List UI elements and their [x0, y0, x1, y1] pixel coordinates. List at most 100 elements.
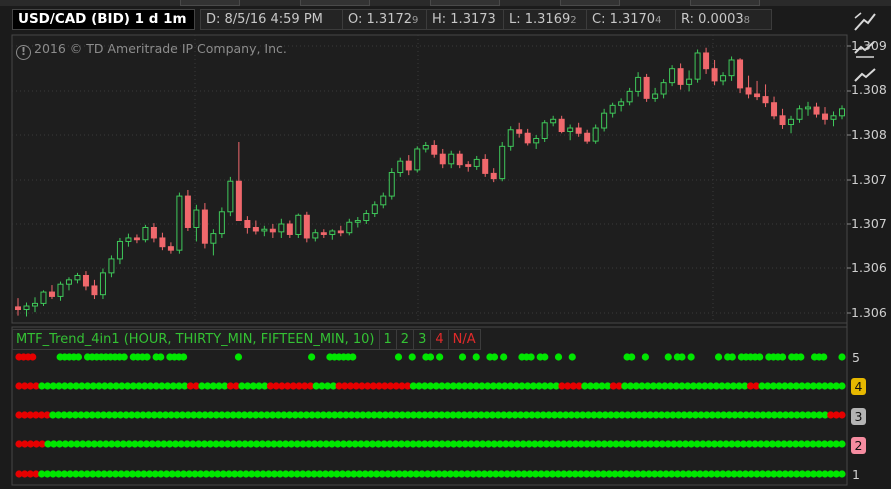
candle-body: [669, 68, 676, 84]
quote-header: USD/CAD (BID) 1 d 1m D: 8/5/16 4:59 PM O…: [12, 6, 846, 32]
trend-dot: [838, 411, 846, 419]
candle-body: [567, 127, 574, 133]
candle-body: [91, 285, 98, 296]
candle-body: [660, 82, 667, 95]
candle-body: [745, 87, 752, 95]
plot-2-label[interactable]: 2: [395, 329, 415, 350]
plot-4-label[interactable]: 4: [430, 329, 449, 350]
trend-dot: [628, 353, 636, 361]
candle-body: [337, 230, 344, 234]
candle-body: [677, 68, 684, 85]
candle-body: [465, 164, 472, 167]
candle-body: [805, 106, 812, 110]
study-panel: [11, 326, 848, 486]
candle-body: [686, 78, 693, 85]
candle-body: [694, 52, 701, 80]
na-label: N/A: [447, 329, 481, 350]
candle-body: [346, 221, 353, 234]
candle-body: [516, 129, 523, 134]
price-axis-label: 1.308: [851, 127, 887, 142]
candle-body: [193, 209, 200, 228]
candle-body: [796, 108, 803, 120]
trend-dot: [541, 353, 549, 361]
candle-body: [626, 90, 633, 103]
trend-row-badge: 4: [851, 378, 866, 395]
candle-body: [711, 68, 718, 82]
trend-dot: [641, 353, 649, 361]
plot-3-label[interactable]: 3: [413, 329, 432, 350]
price-axis-label: 1.306: [851, 305, 887, 320]
candle-body: [541, 122, 548, 139]
candle-body: [643, 76, 650, 99]
candle-body: [584, 132, 591, 142]
candle-body: [184, 195, 191, 228]
candle-body: [788, 118, 795, 126]
trend-dot: [838, 382, 846, 390]
candle-body: [737, 59, 744, 89]
trend-dot: [797, 353, 805, 361]
candle-body: [371, 204, 378, 215]
candle-body: [159, 237, 166, 248]
trend-dot: [527, 353, 535, 361]
copyright-notice: ! 2016 © TD Ameritrade IP Company, Inc.: [16, 41, 287, 60]
candle-body: [40, 291, 47, 304]
candle-body: [303, 214, 310, 239]
study-name[interactable]: MTF_Trend_4in1 (HOUR, THIRTY_MIN, FIFTEE…: [12, 329, 380, 350]
candle-body: [244, 220, 251, 228]
trend-dot: [838, 470, 846, 478]
candle-body: [754, 93, 761, 98]
candle-body: [312, 232, 319, 239]
candle-body: [592, 127, 599, 142]
candle-body: [490, 172, 497, 180]
candle-body: [473, 158, 480, 167]
candle-body: [618, 101, 625, 106]
trend-dot: [490, 353, 499, 361]
range-readout: R: 0.00038: [675, 9, 772, 30]
candle-body: [82, 274, 89, 287]
candle-body: [218, 211, 225, 235]
candle-body: [252, 226, 259, 232]
candle-body: [422, 144, 429, 150]
symbol-label[interactable]: USD/CAD (BID) 1 d 1m: [12, 9, 195, 30]
trend-dot: [408, 353, 416, 361]
trend-dot: [778, 353, 787, 361]
candle-body: [320, 232, 327, 235]
trend-dot: [29, 353, 37, 361]
trend-dot: [120, 353, 128, 361]
candle-body: [167, 246, 174, 251]
trend-row-label: 5: [852, 350, 860, 365]
trend-dot: [157, 353, 165, 361]
candle-body: [108, 258, 115, 274]
trend-dot: [308, 353, 316, 361]
candle-body: [601, 112, 608, 129]
candle-body: [507, 129, 514, 147]
candle-body: [261, 228, 268, 232]
candle-body: [235, 180, 242, 222]
high-readout: H: 1.3173: [426, 9, 504, 30]
candle-body: [286, 223, 293, 235]
price-axis-label: 1.309: [851, 38, 887, 53]
candle-body: [609, 104, 616, 114]
trend-dot: [472, 353, 480, 361]
candle-body: [499, 145, 506, 180]
trend-dot: [714, 353, 723, 361]
trend-row-label: 1: [852, 467, 860, 482]
candle-body: [354, 220, 361, 223]
candle-body: [48, 291, 55, 297]
price-axis-label: 1.307: [851, 216, 887, 231]
chart-canvas[interactable]: [0, 0, 891, 489]
candle-body: [125, 237, 132, 242]
candle-body: [405, 160, 412, 171]
candle-body: [363, 213, 370, 222]
trend-row-badge: 2: [851, 437, 866, 454]
trend-dot: [820, 353, 828, 361]
candle-body: [116, 240, 123, 260]
drawing-tool-icon[interactable]: [852, 10, 878, 32]
candle-body: [227, 180, 234, 213]
plot-1-label[interactable]: 1: [378, 329, 397, 350]
candle-body: [720, 75, 727, 82]
trend-dot: [394, 353, 403, 361]
trend-dot: [568, 353, 576, 361]
candle-body: [23, 305, 30, 311]
study-legend: MTF_Trend_4in1 (HOUR, THIRTY_MIN, FIFTEE…: [12, 329, 481, 350]
